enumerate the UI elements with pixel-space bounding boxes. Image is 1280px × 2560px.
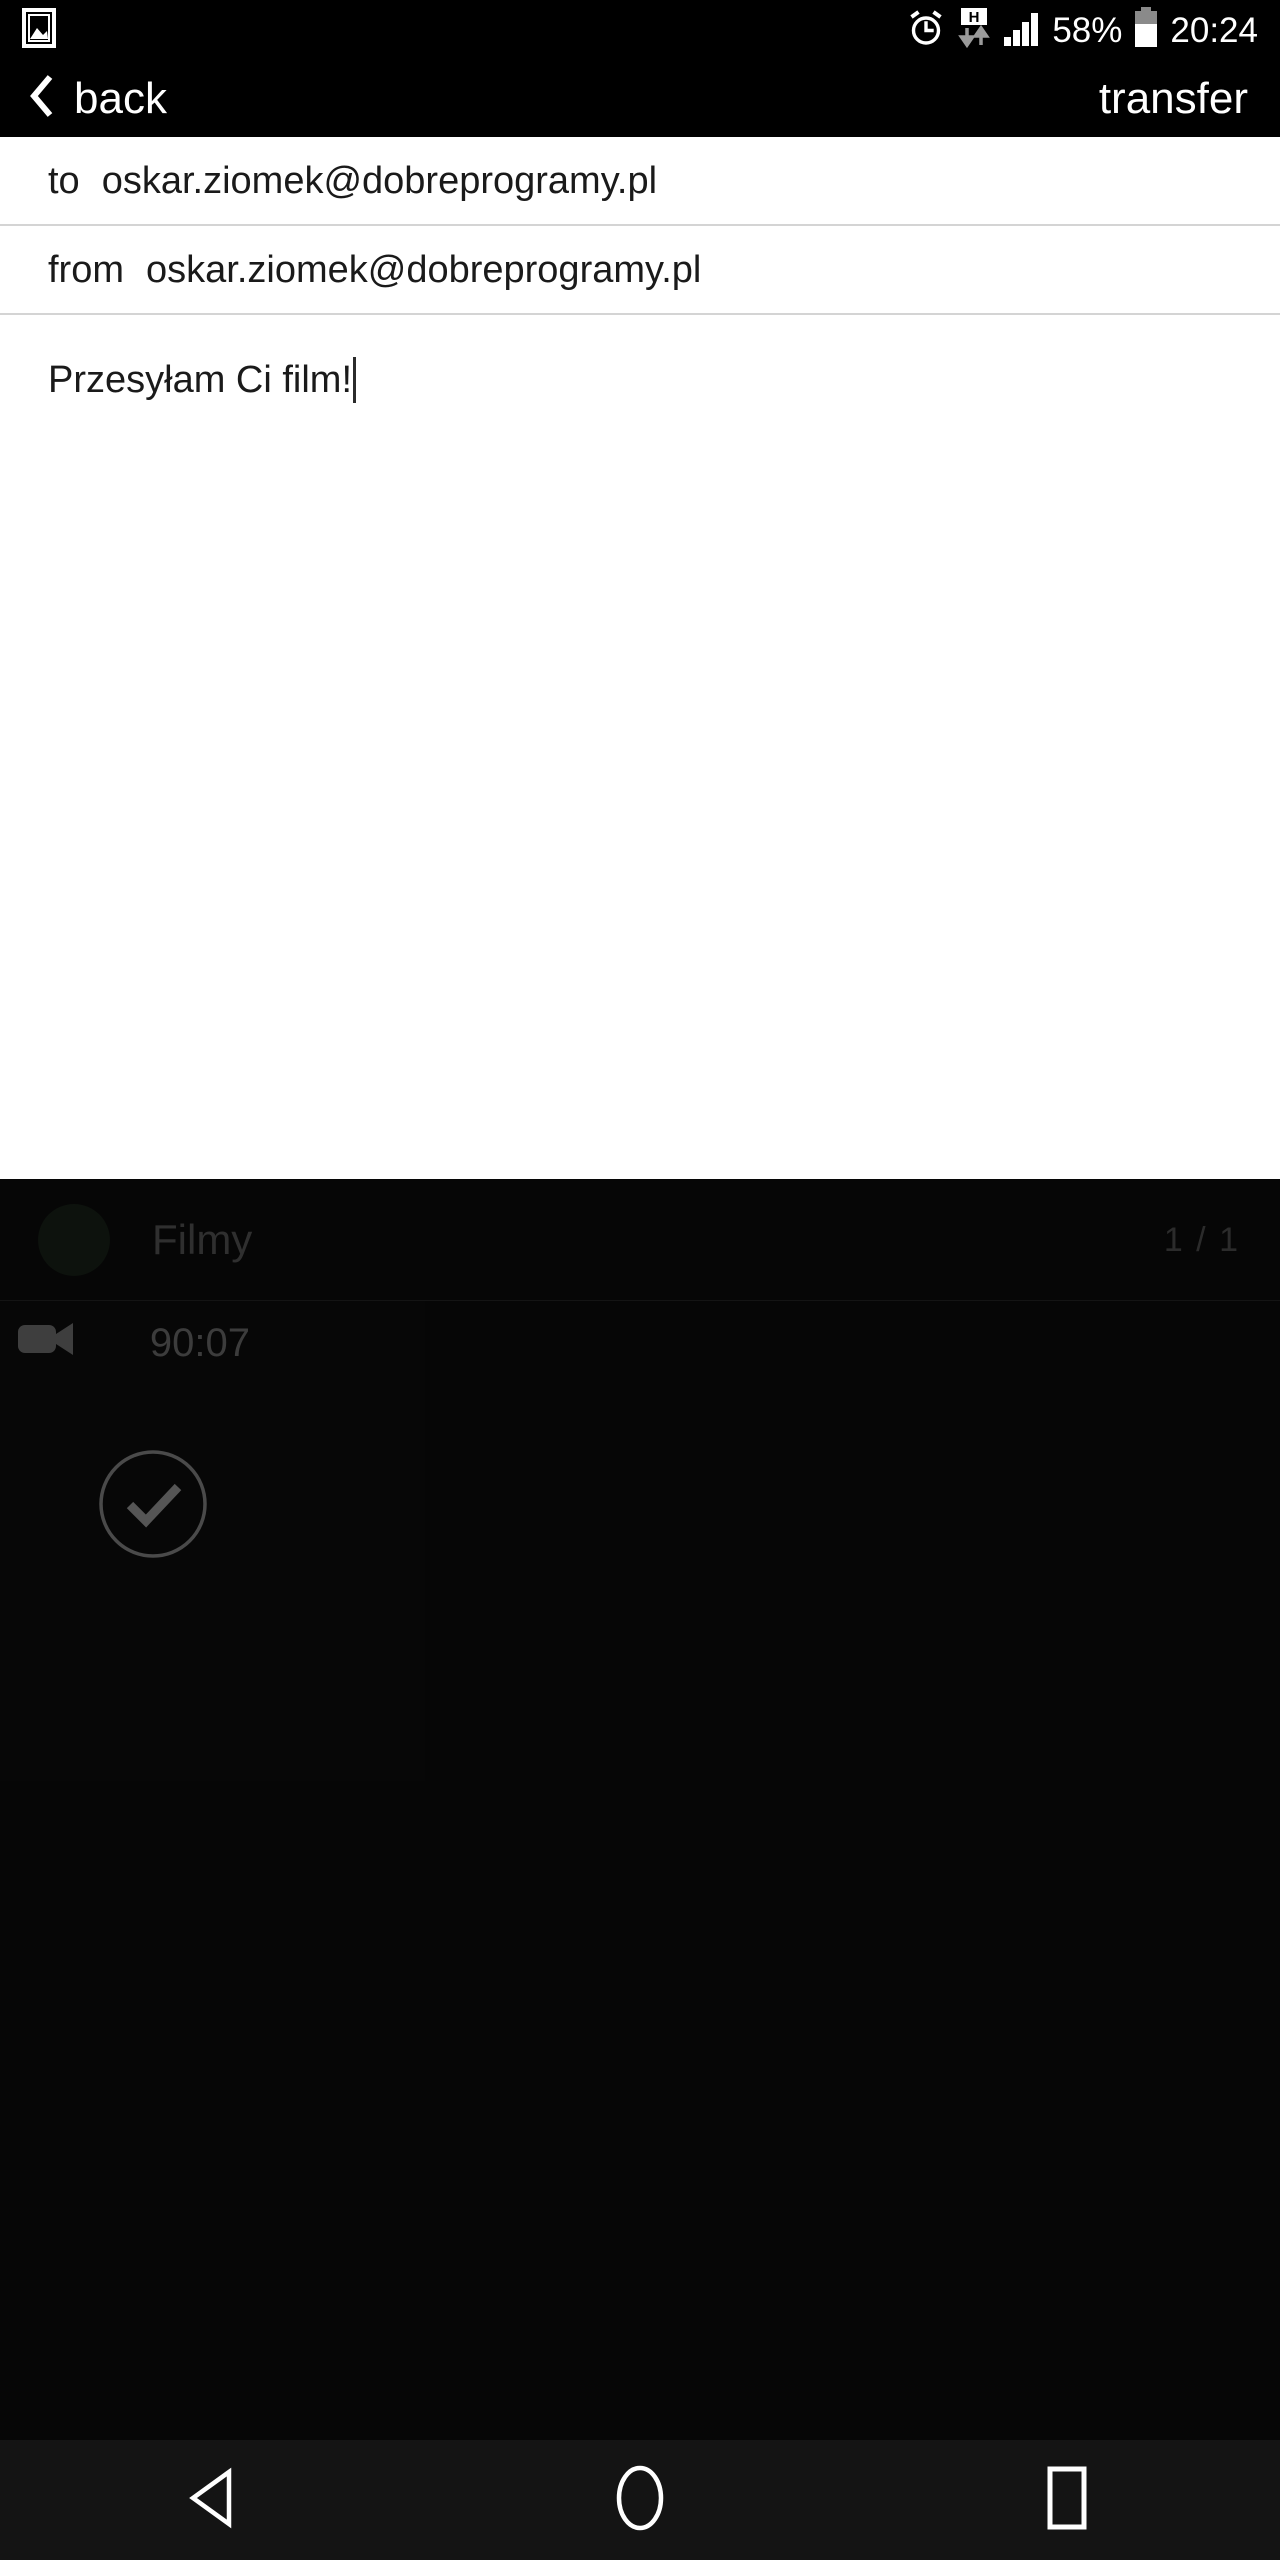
nav-home-circle-icon	[612, 2463, 668, 2538]
signal-bars-icon	[1003, 9, 1041, 52]
compose-form: to oskar.ziomek@dobreprogramy.pl from os…	[0, 137, 1280, 1179]
message-body-wrap: Przesyłam Ci film!	[48, 357, 357, 403]
nav-recents-button[interactable]	[997, 2440, 1137, 2560]
photo-icon	[22, 7, 56, 53]
back-button-label: back	[74, 73, 167, 123]
chevron-left-icon	[28, 73, 56, 124]
back-button[interactable]: back	[28, 73, 167, 124]
nav-back-triangle-icon	[185, 2467, 241, 2534]
hspa-data-icon: H	[956, 7, 992, 54]
video-camera-icon	[18, 1319, 76, 1364]
battery-icon	[1133, 6, 1159, 54]
alarm-clock-icon	[907, 9, 945, 52]
media-tile-grid: 90:07	[0, 1301, 1280, 2440]
app-bar: back transfer	[0, 60, 1280, 137]
status-bar-notifications	[22, 7, 56, 53]
to-field-row[interactable]: to oskar.ziomek@dobreprogramy.pl	[0, 137, 1280, 226]
from-field-label: from	[48, 248, 124, 291]
media-tile-duration: 90:07	[149, 1321, 250, 1365]
media-tile[interactable]: 90:07	[0, 1301, 425, 1781]
status-bar-clock: 20:24	[1170, 10, 1258, 50]
nav-home-button[interactable]	[570, 2440, 710, 2560]
to-field-value: oskar.ziomek@dobreprogramy.pl	[101, 159, 658, 202]
message-body-input[interactable]: Przesyłam Ci film!	[0, 315, 1280, 1179]
status-bar: H 58% 20:24	[0, 0, 1280, 60]
album-avatar-icon	[38, 1203, 110, 1276]
message-body-text: Przesyłam Ci film!	[48, 359, 353, 401]
album-count-label: 1 / 1	[1163, 1220, 1240, 1259]
phone-screen: H 58% 20:24 back transfer to oskar.ziome…	[0, 0, 1280, 2560]
android-nav-bar	[0, 2440, 1280, 2560]
status-bar-indicators: H 58% 20:24	[907, 6, 1258, 54]
text-caret	[353, 357, 357, 403]
nav-back-button[interactable]	[143, 2440, 283, 2560]
check-circle-icon[interactable]	[98, 1449, 208, 1559]
svg-text:H: H	[969, 9, 980, 26]
to-field-label: to	[48, 159, 80, 202]
transfer-button[interactable]: transfer	[1099, 76, 1250, 121]
battery-percent-label: 58%	[1052, 10, 1123, 50]
media-picker: Filmy 1 / 1 90:07	[0, 1179, 1280, 2440]
from-field-value: oskar.ziomek@dobreprogramy.pl	[146, 248, 702, 291]
nav-recents-square-icon	[1039, 2463, 1095, 2538]
album-title: Filmy	[152, 1215, 253, 1263]
album-header-row[interactable]: Filmy 1 / 1	[0, 1179, 1280, 1301]
from-field-row[interactable]: from oskar.ziomek@dobreprogramy.pl	[0, 226, 1280, 315]
